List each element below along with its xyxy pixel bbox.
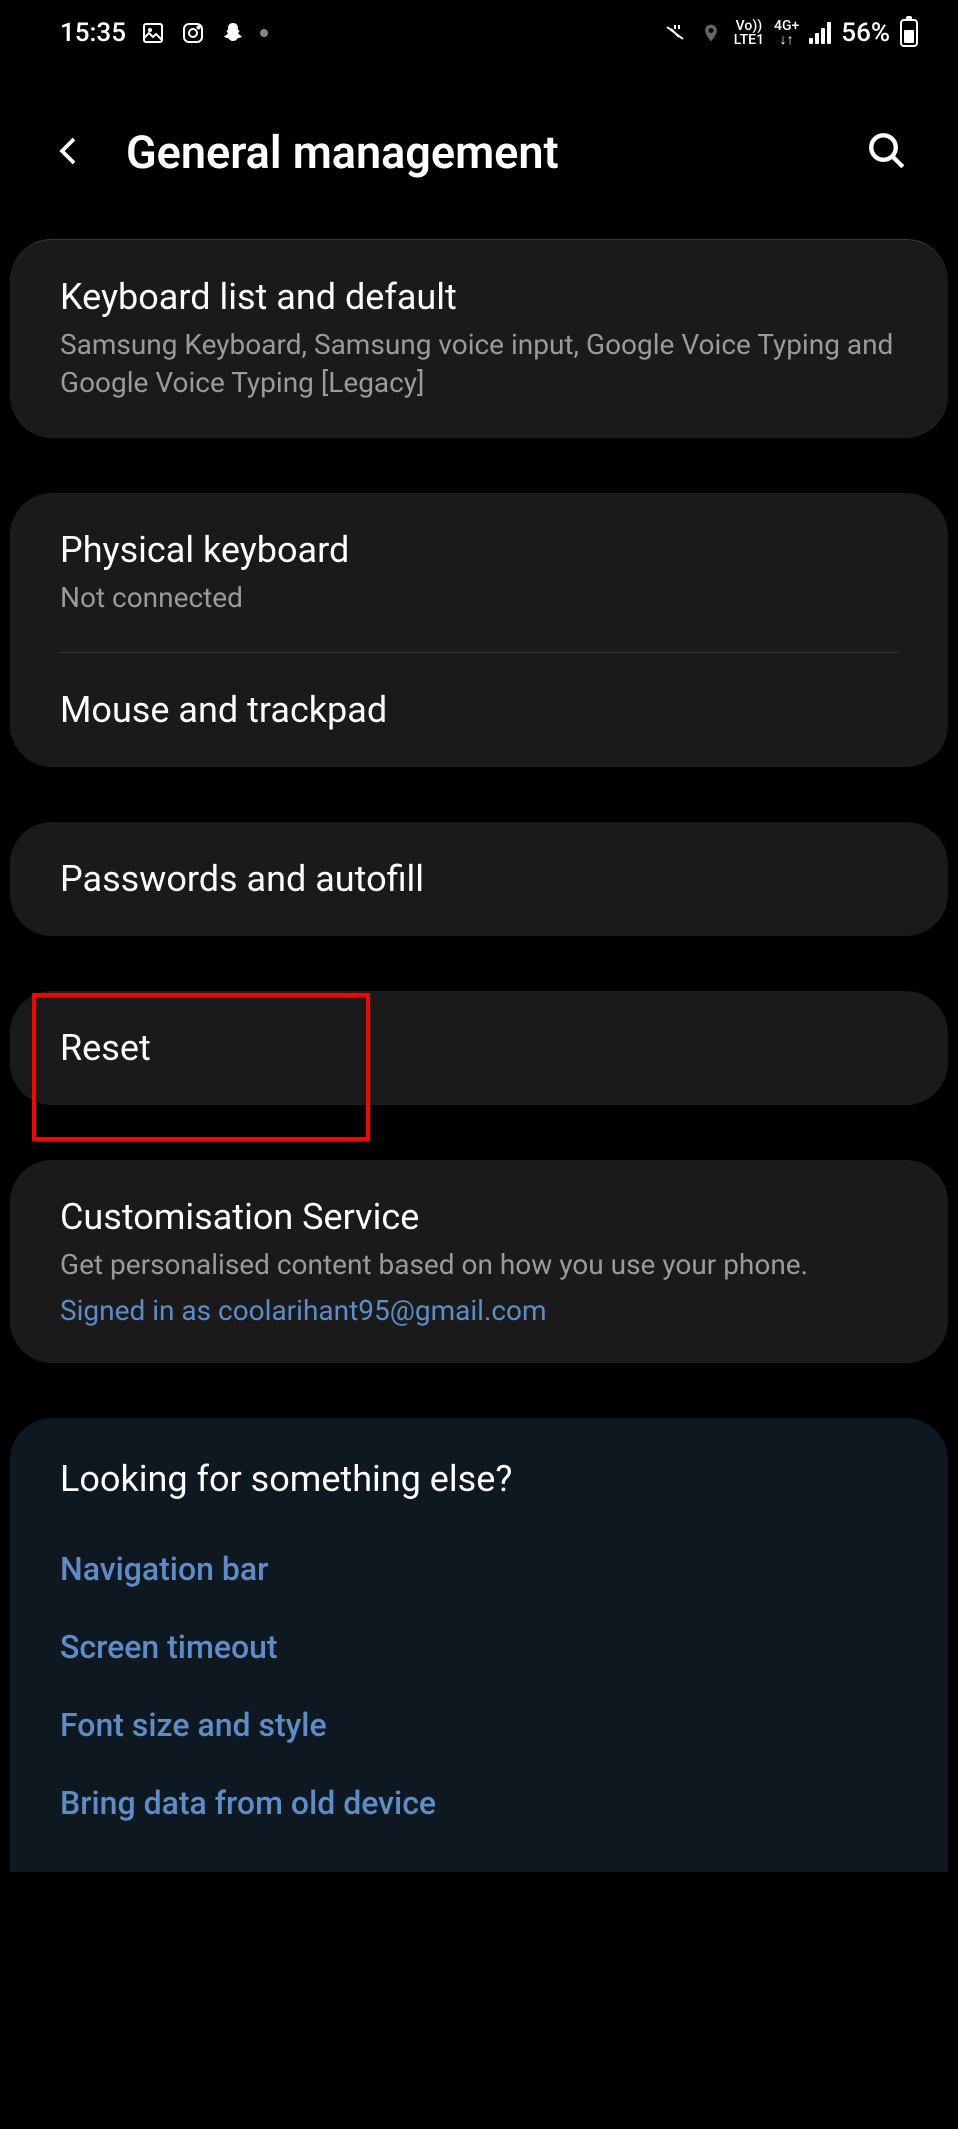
keyboard-list-title: Keyboard list and default bbox=[60, 276, 898, 318]
card-looking-for: Looking for something else? Navigation b… bbox=[10, 1418, 948, 1872]
keyboard-list-item[interactable]: Keyboard list and default Samsung Keyboa… bbox=[10, 240, 948, 438]
status-left: 15:35 bbox=[60, 18, 268, 48]
signal-icon bbox=[809, 22, 831, 44]
gallery-icon bbox=[140, 20, 166, 46]
link-navigation-bar[interactable]: Navigation bar bbox=[10, 1530, 948, 1608]
card-customisation: Customisation Service Get personalised c… bbox=[10, 1160, 948, 1363]
instagram-icon bbox=[180, 20, 206, 46]
card-passwords: Passwords and autofill bbox=[10, 822, 948, 936]
notification-dot-icon bbox=[260, 29, 268, 37]
link-bring-data-old-device[interactable]: Bring data from old device bbox=[10, 1764, 948, 1842]
customisation-title: Customisation Service bbox=[60, 1196, 898, 1238]
link-font-size-style[interactable]: Font size and style bbox=[10, 1686, 948, 1764]
battery-icon bbox=[900, 19, 918, 47]
location-icon bbox=[698, 20, 724, 46]
snapchat-icon bbox=[220, 20, 246, 46]
volte-indicator: Vo)) LTE1 bbox=[734, 19, 764, 47]
data-type-indicator: 4G+ ↓↑ bbox=[774, 19, 799, 47]
status-bar: 15:35 Vo)) LTE1 4G+ ↓↑ bbox=[0, 0, 958, 66]
passwords-autofill-title: Passwords and autofill bbox=[60, 858, 898, 900]
card-keyboard-group: Keyboard list and default Samsung Keyboa… bbox=[10, 239, 948, 438]
search-icon[interactable] bbox=[866, 130, 908, 176]
card-reset: Reset bbox=[10, 991, 948, 1105]
looking-for-title: Looking for something else? bbox=[10, 1418, 948, 1530]
physical-keyboard-title: Physical keyboard bbox=[60, 529, 898, 571]
customisation-subtitle: Get personalised content based on how yo… bbox=[60, 1246, 898, 1284]
status-right: Vo)) LTE1 4G+ ↓↑ 56% bbox=[662, 18, 918, 48]
mouse-trackpad-item[interactable]: Mouse and trackpad bbox=[10, 653, 948, 767]
customisation-signed-in: Signed in as coolarihant95@gmail.com bbox=[60, 1294, 898, 1327]
reset-item[interactable]: Reset bbox=[10, 991, 948, 1105]
card-input-devices: Physical keyboard Not connected Mouse an… bbox=[10, 493, 948, 768]
status-time: 15:35 bbox=[60, 18, 126, 48]
keyboard-list-subtitle: Samsung Keyboard, Samsung voice input, G… bbox=[60, 326, 898, 402]
reset-title: Reset bbox=[60, 1027, 898, 1069]
link-screen-timeout[interactable]: Screen timeout bbox=[10, 1608, 948, 1686]
mouse-trackpad-title: Mouse and trackpad bbox=[60, 689, 898, 731]
battery-percent: 56% bbox=[841, 18, 890, 48]
physical-keyboard-subtitle: Not connected bbox=[60, 579, 898, 617]
passwords-autofill-item[interactable]: Passwords and autofill bbox=[10, 822, 948, 936]
vibrate-icon bbox=[662, 20, 688, 46]
physical-keyboard-item[interactable]: Physical keyboard Not connected bbox=[10, 493, 948, 653]
header: General management bbox=[0, 66, 958, 239]
customisation-item[interactable]: Customisation Service Get personalised c… bbox=[10, 1160, 948, 1363]
back-icon[interactable] bbox=[50, 133, 86, 173]
page-title: General management bbox=[126, 126, 559, 179]
